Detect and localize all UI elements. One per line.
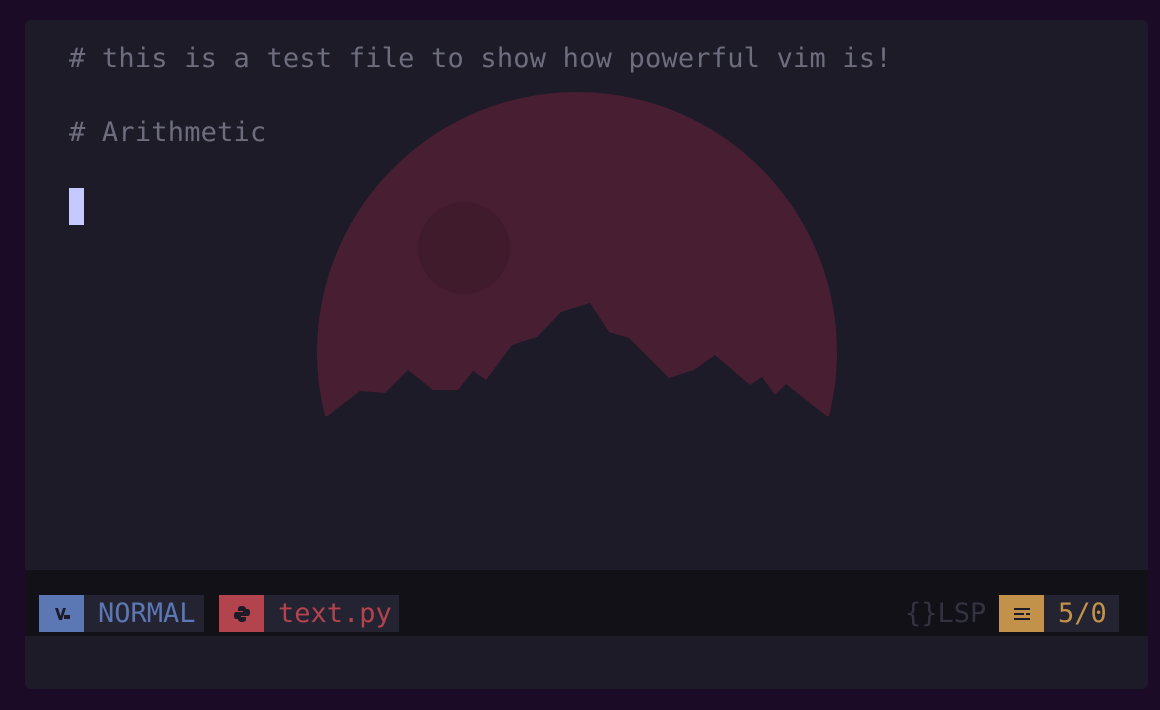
status-line: NORMAL text.py {}LSP 5/0 (25, 570, 1148, 636)
code-line-2[interactable]: # Arithmetic (69, 113, 266, 153)
cursor-position: 5/0 (1044, 595, 1119, 632)
code-line-1[interactable]: # this is a test file to show how powerf… (69, 39, 892, 79)
lsp-status: {}LSP (905, 595, 987, 632)
lines-icon (999, 595, 1044, 632)
filename-label[interactable]: text.py (264, 595, 399, 632)
mode-indicator: NORMAL (84, 595, 204, 632)
lsp-label: LSP (937, 598, 987, 629)
moon-shape (418, 202, 510, 294)
python-icon (219, 595, 264, 632)
vim-logo-icon (39, 595, 84, 632)
lsp-braces-icon: {} (905, 598, 938, 629)
editor-window[interactable]: # this is a test file to show how powerf… (25, 20, 1148, 689)
text-cursor (69, 188, 84, 225)
